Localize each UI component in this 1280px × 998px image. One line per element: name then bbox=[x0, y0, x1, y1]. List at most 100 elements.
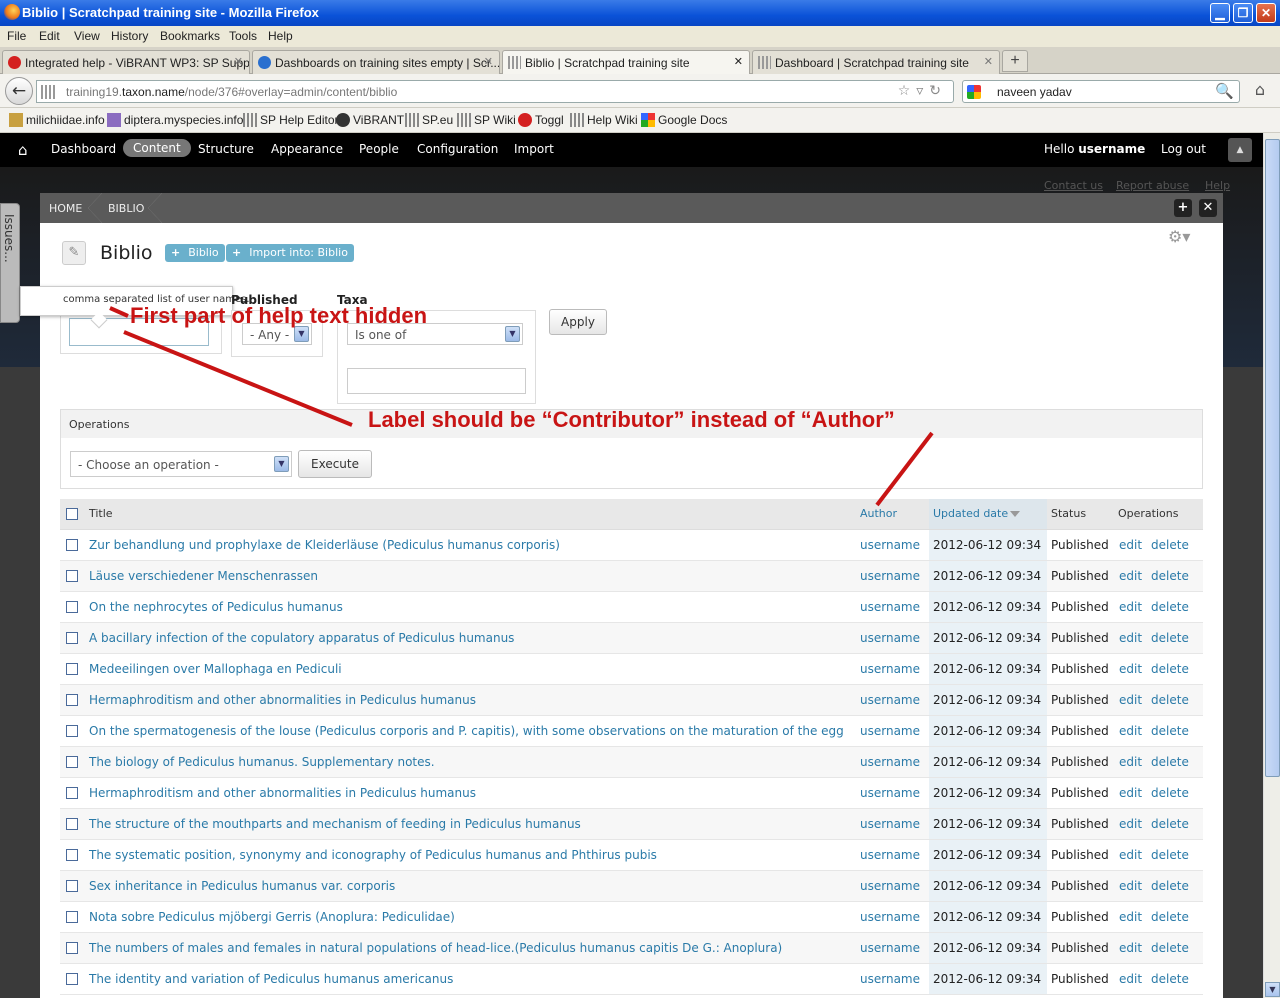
row-checkbox[interactable] bbox=[66, 632, 78, 644]
gear-icon[interactable]: ⚙▾ bbox=[1168, 227, 1190, 246]
row-delete-link[interactable]: delete bbox=[1151, 631, 1189, 645]
browser-tab[interactable]: Dashboard | Scratchpad training site ✕ bbox=[752, 50, 1000, 74]
new-tab-button[interactable]: + bbox=[1002, 50, 1028, 72]
tab-close-icon[interactable]: ✕ bbox=[484, 55, 493, 68]
row-title-link[interactable]: Sex inheritance in Pediculus humanus var… bbox=[89, 870, 860, 902]
bookmark-star-icon[interactable]: ☆▿↻ bbox=[898, 83, 947, 99]
row-checkbox[interactable] bbox=[66, 942, 78, 954]
menu-help[interactable]: Help bbox=[268, 29, 293, 43]
row-author-link[interactable]: username bbox=[860, 591, 929, 623]
breadcrumb-home[interactable]: HOME bbox=[49, 202, 82, 215]
row-edit-link[interactable]: edit bbox=[1119, 786, 1142, 800]
menu-history[interactable]: History bbox=[111, 29, 148, 43]
row-author-link[interactable]: username bbox=[860, 839, 929, 871]
row-checkbox[interactable] bbox=[66, 787, 78, 799]
add-biblio-button[interactable]: + Biblio bbox=[165, 244, 225, 262]
row-title-link[interactable]: On the nephrocytes of Pediculus humanus bbox=[89, 591, 860, 623]
close-window-button[interactable]: ✕ bbox=[1256, 3, 1276, 23]
bookmark-item[interactable]: SP Wiki bbox=[457, 113, 516, 127]
row-checkbox[interactable] bbox=[66, 911, 78, 923]
browser-tab-active[interactable]: Biblio | Scratchpad training site ✕ bbox=[502, 50, 750, 75]
row-delete-link[interactable]: delete bbox=[1151, 972, 1189, 986]
menu-tools[interactable]: Tools bbox=[229, 29, 257, 43]
bookmark-item[interactable]: SP.eu bbox=[405, 113, 453, 127]
toolbar-configuration[interactable]: Configuration bbox=[417, 142, 498, 156]
row-author-link[interactable]: username bbox=[860, 932, 929, 964]
site-identity-icon[interactable] bbox=[41, 85, 57, 99]
row-edit-link[interactable]: edit bbox=[1119, 693, 1142, 707]
row-edit-link[interactable]: edit bbox=[1119, 662, 1142, 676]
tab-close-icon[interactable]: ✕ bbox=[234, 55, 243, 68]
toolbar-dashboard[interactable]: Dashboard bbox=[51, 142, 116, 156]
row-author-link[interactable]: username bbox=[860, 653, 929, 685]
select-all-checkbox[interactable] bbox=[66, 508, 78, 521]
menu-view[interactable]: View bbox=[74, 29, 100, 43]
row-title-link[interactable]: Hermaphroditism and other abnormalities … bbox=[89, 777, 860, 809]
row-delete-link[interactable]: delete bbox=[1151, 941, 1189, 955]
operation-select[interactable]: - Choose an operation - ▼ bbox=[70, 451, 292, 477]
bookmark-item[interactable]: Toggl bbox=[518, 113, 564, 127]
page-scrollbar[interactable]: ▼ bbox=[1263, 133, 1280, 998]
row-title-link[interactable]: Medeeilingen over Mallophaga en Pediculi bbox=[89, 653, 860, 685]
search-magnifier-icon[interactable]: 🔍 bbox=[1215, 82, 1234, 100]
row-title-link[interactable]: A bacillary infection of the copulatory … bbox=[89, 622, 860, 654]
row-title-link[interactable]: The numbers of males and females in natu… bbox=[89, 932, 860, 964]
issues-tab[interactable]: Issues... bbox=[0, 203, 20, 323]
row-author-link[interactable]: username bbox=[860, 560, 929, 592]
browser-tab[interactable]: Integrated help - ViBRANT WP3: SP Supp..… bbox=[2, 50, 250, 74]
close-overlay-button[interactable]: ✕ bbox=[1199, 199, 1217, 217]
back-button[interactable]: ← bbox=[5, 77, 33, 105]
home-icon[interactable]: ⌂ bbox=[1248, 80, 1272, 102]
tab-close-icon[interactable]: ✕ bbox=[984, 55, 993, 68]
row-delete-link[interactable]: delete bbox=[1151, 848, 1189, 862]
bookmark-item[interactable]: Google Docs bbox=[641, 113, 727, 127]
toolbar-appearance[interactable]: Appearance bbox=[271, 142, 343, 156]
breadcrumb-biblio[interactable]: BIBLIO bbox=[108, 202, 144, 215]
minimize-button[interactable]: ▁ bbox=[1210, 3, 1230, 23]
row-delete-link[interactable]: delete bbox=[1151, 724, 1189, 738]
contact-link[interactable]: Contact us bbox=[1044, 179, 1103, 192]
report-abuse-link[interactable]: Report abuse bbox=[1116, 179, 1189, 192]
row-title-link[interactable]: Hermaphroditism and other abnormalities … bbox=[89, 684, 860, 716]
row-edit-link[interactable]: edit bbox=[1119, 817, 1142, 831]
scrollbar-thumb[interactable] bbox=[1265, 139, 1280, 777]
row-delete-link[interactable]: delete bbox=[1151, 600, 1189, 614]
row-delete-link[interactable]: delete bbox=[1151, 879, 1189, 893]
row-author-link[interactable]: username bbox=[860, 777, 929, 809]
logout-link[interactable]: Log out bbox=[1161, 142, 1206, 156]
row-checkbox[interactable] bbox=[66, 601, 78, 613]
row-author-link[interactable]: username bbox=[860, 715, 929, 747]
row-checkbox[interactable] bbox=[66, 973, 78, 985]
bookmark-item[interactable]: SP Help Editor bbox=[243, 113, 339, 127]
row-edit-link[interactable]: edit bbox=[1119, 724, 1142, 738]
bookmark-item[interactable]: milichiidae.info bbox=[9, 113, 105, 127]
bookmark-item[interactable]: diptera.myspecies.info bbox=[107, 113, 243, 127]
search-input[interactable]: naveen yadav 🔍 bbox=[962, 80, 1240, 103]
row-edit-link[interactable]: edit bbox=[1119, 755, 1142, 769]
row-delete-link[interactable]: delete bbox=[1151, 786, 1189, 800]
toolbar-structure[interactable]: Structure bbox=[198, 142, 254, 156]
row-title-link[interactable]: Zur behandlung und prophylaxe de Kleider… bbox=[89, 529, 860, 561]
help-link[interactable]: Help bbox=[1205, 179, 1230, 192]
execute-button[interactable]: Execute bbox=[298, 450, 372, 478]
import-biblio-button[interactable]: + Import into: Biblio bbox=[226, 244, 354, 262]
row-title-link[interactable]: The identity and variation of Pediculus … bbox=[89, 963, 860, 995]
title-header[interactable]: Title bbox=[89, 499, 860, 530]
taxa-input[interactable] bbox=[347, 368, 526, 394]
row-delete-link[interactable]: delete bbox=[1151, 538, 1189, 552]
row-edit-link[interactable]: edit bbox=[1119, 879, 1142, 893]
apply-button[interactable]: Apply bbox=[549, 309, 607, 335]
row-edit-link[interactable]: edit bbox=[1119, 600, 1142, 614]
row-edit-link[interactable]: edit bbox=[1119, 631, 1142, 645]
row-title-link[interactable]: Läuse verschiedener Menschenrassen bbox=[89, 560, 860, 592]
toolbar-import[interactable]: Import bbox=[514, 142, 554, 156]
row-title-link[interactable]: The systematic position, synonymy and ic… bbox=[89, 839, 860, 871]
menu-edit[interactable]: Edit bbox=[39, 29, 60, 43]
row-checkbox[interactable] bbox=[66, 663, 78, 675]
toolbar-content[interactable]: Content bbox=[123, 139, 191, 157]
row-author-link[interactable]: username bbox=[860, 963, 929, 995]
row-delete-link[interactable]: delete bbox=[1151, 662, 1189, 676]
row-edit-link[interactable]: edit bbox=[1119, 848, 1142, 862]
row-title-link[interactable]: The structure of the mouthparts and mech… bbox=[89, 808, 860, 840]
address-bar[interactable]: training19.taxon.name/node/376#overlay=a… bbox=[36, 80, 954, 103]
